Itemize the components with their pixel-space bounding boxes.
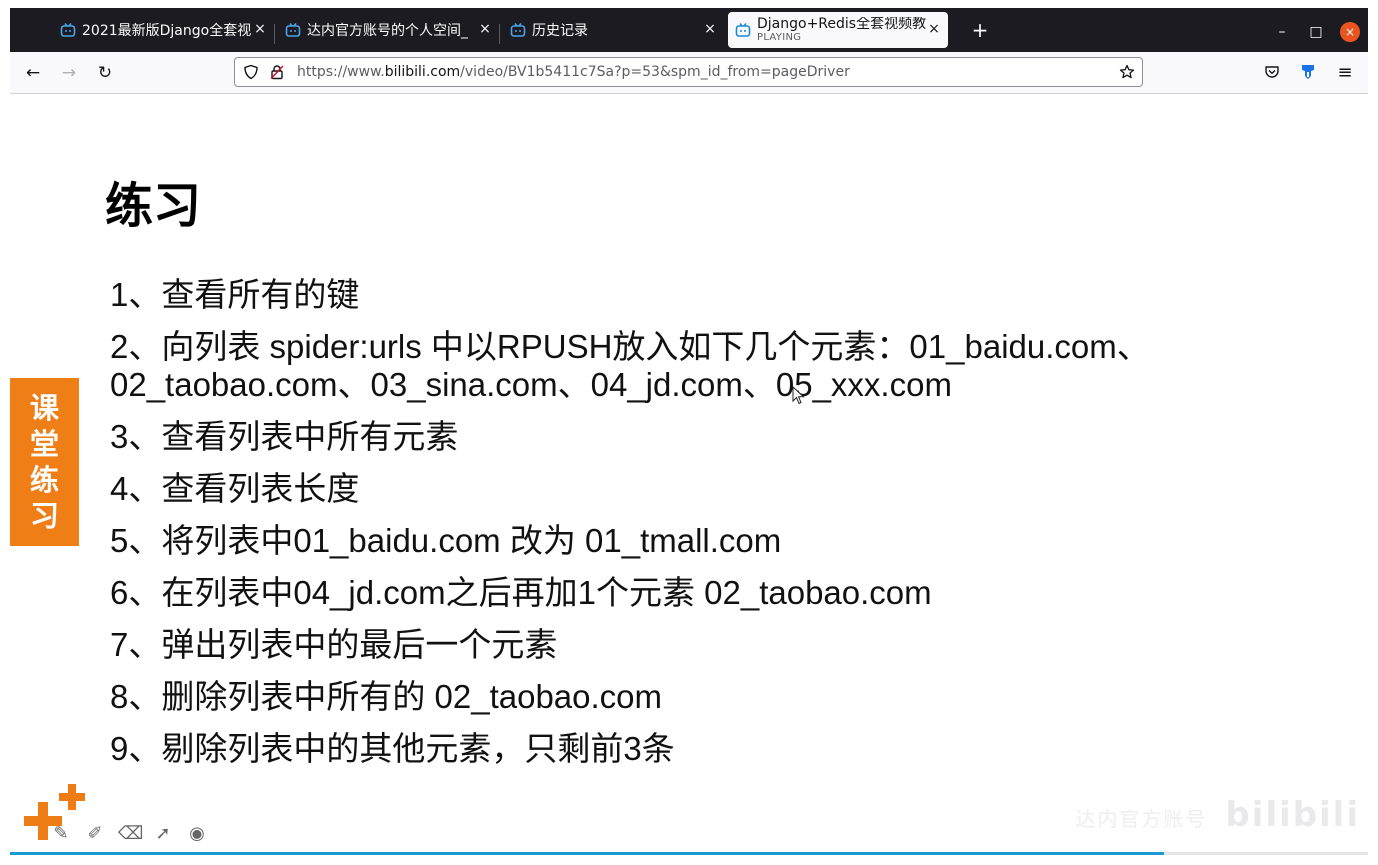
video-progress-bar[interactable]: [10, 852, 1368, 855]
tab-title: 历史记录: [532, 23, 588, 39]
back-button[interactable]: ←: [22, 62, 44, 84]
highlighter-tool-icon[interactable]: ✐: [84, 823, 106, 845]
tab-history[interactable]: 历史记录 ×: [510, 12, 724, 48]
tab-label-group: Django+Redis全套视频教 PLAYING: [757, 17, 926, 44]
slide-title: 练习: [105, 178, 202, 234]
reload-button[interactable]: ↻: [94, 62, 116, 84]
exercise-item: 3、查看列表中所有元素: [110, 418, 459, 455]
pointer-tool-icon[interactable]: ➚: [152, 823, 174, 845]
tab-strip: 2021最新版Django全套视 × 达内官方账号的个人空间_ × 历史记录 ×…: [10, 8, 1368, 52]
bilibili-tv-icon: [510, 23, 526, 37]
forward-button[interactable]: →: [58, 62, 80, 84]
exercise-item: 8、删除列表中所有的 02_taobao.com: [110, 678, 663, 715]
record-tool-icon[interactable]: ◉: [186, 823, 208, 845]
exercise-item: 9、剔除列表中的其他元素，只剩前3条: [110, 730, 675, 767]
presenter-toolbar: ✎ ✐ ⌫ ➚ ◉: [10, 780, 270, 860]
extension-icon[interactable]: [1299, 63, 1317, 81]
tab-django-redis-playing[interactable]: Django+Redis全套视频教 PLAYING ×: [728, 12, 948, 48]
tab-playing-label: PLAYING: [757, 31, 802, 43]
url-text[interactable]: https://www.bilibili.com/video/BV1b5411c…: [297, 64, 850, 80]
tab-close-icon[interactable]: ×: [926, 21, 942, 37]
exercise-item: 7、弹出列表中的最后一个元素: [110, 626, 558, 663]
bilibili-watermark: 达内官方账号 bilibili: [1060, 795, 1360, 835]
shield-icon[interactable]: [243, 64, 259, 80]
mouse-cursor-icon: [792, 386, 805, 405]
badge-char: 习: [29, 499, 59, 533]
pen-tool-icon[interactable]: ✎: [50, 823, 72, 845]
watermark-brand: bilibili: [1225, 795, 1360, 835]
tab-close-icon[interactable]: ×: [702, 21, 718, 37]
pocket-icon[interactable]: [1264, 64, 1280, 80]
exercise-item: 5、将列表中01_baidu.com 改为 01_tmall.com: [110, 522, 782, 559]
exercise-item: 2、向列表 spider:urls 中以RPUSH放入如下几个元素：01_bai…: [110, 328, 1150, 403]
tab-divider: [499, 24, 500, 44]
bilibili-tv-icon: [285, 23, 301, 37]
tab-close-icon[interactable]: ×: [252, 21, 268, 37]
exercise-list: 1、查看所有的键 2、向列表 spider:urls 中以RPUSH放入如下几个…: [110, 276, 1270, 782]
badge-char: 堂: [29, 427, 59, 461]
address-bar[interactable]: https://www.bilibili.com/video/BV1b5411c…: [234, 57, 1143, 87]
classroom-exercise-badge: 课 堂 练 习: [10, 378, 79, 546]
close-window-button[interactable]: ×: [1340, 22, 1360, 42]
exercise-item: 4、查看列表长度: [110, 470, 360, 507]
tab-tarena-space[interactable]: 达内官方账号的个人空间_ ×: [285, 12, 499, 48]
badge-char: 练: [29, 463, 59, 497]
video-slide[interactable]: 练习 课 堂 练 习 1、查看所有的键 2、向列表 spider:urls 中以…: [10, 94, 1368, 865]
maximize-button[interactable]: □: [1306, 22, 1326, 42]
tab-title: Django+Redis全套视频教: [757, 16, 927, 32]
hamburger-menu-icon[interactable]: ≡: [1334, 62, 1356, 84]
new-tab-button[interactable]: +: [970, 20, 990, 40]
url-host: bilibili.com: [384, 64, 461, 80]
video-progress-fill: [10, 852, 1165, 855]
bilibili-tv-icon: [735, 23, 751, 37]
eraser-tool-icon[interactable]: ⌫: [118, 823, 143, 845]
exercise-item: 6、在列表中04_jd.com之后再加1个元素 02_taobao.com: [110, 574, 932, 611]
bilibili-tv-icon: [60, 23, 76, 37]
exercise-item: 1、查看所有的键: [110, 276, 360, 313]
lock-icon[interactable]: [269, 64, 285, 80]
tab-close-icon[interactable]: ×: [477, 21, 493, 37]
navigation-toolbar: ← → ↻ https://www.bilibili.com/video/BV1…: [10, 52, 1368, 94]
browser-window: 2021最新版Django全套视 × 达内官方账号的个人空间_ × 历史记录 ×…: [0, 0, 1378, 865]
url-prefix: https://www.: [297, 64, 385, 80]
watermark-uploader: 达内官方账号: [1075, 807, 1208, 831]
tab-title: 2021最新版Django全套视: [82, 23, 252, 39]
tab-title: 达内官方账号的个人空间_: [307, 23, 468, 39]
minimize-button[interactable]: –: [1272, 22, 1292, 42]
star-icon[interactable]: [1119, 64, 1135, 80]
tab-django-course[interactable]: 2021最新版Django全套视 ×: [60, 12, 274, 48]
tab-divider: [274, 24, 275, 44]
url-path: /video/BV1b5411c7Sa?p=53&spm_id_from=pag…: [460, 64, 850, 80]
badge-char: 课: [29, 391, 59, 425]
